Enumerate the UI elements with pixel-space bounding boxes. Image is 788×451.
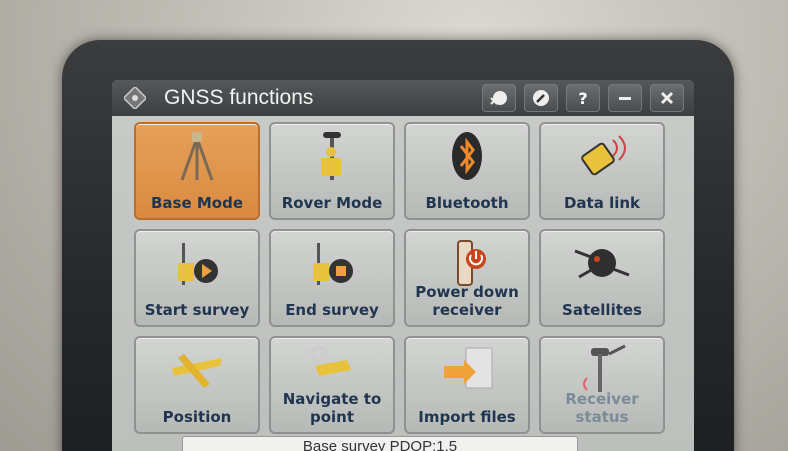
position-tile[interactable]: Position — [134, 336, 260, 434]
end-survey-icon — [313, 243, 353, 285]
start-survey-tile[interactable]: Start survey — [134, 229, 260, 327]
screen: GNSS functions ? Base Mode Rover Mode Bl… — [112, 80, 694, 451]
radio-link-icon — [581, 135, 626, 176]
navigate-icon — [310, 345, 351, 376]
import-files-tile[interactable]: Import files — [404, 336, 530, 434]
help-button[interactable]: ? — [566, 84, 600, 112]
bluetooth-icon — [452, 132, 482, 180]
help-icon: ? — [578, 88, 588, 108]
title-bar-actions: ? — [482, 84, 684, 112]
satellite-off-icon — [490, 91, 507, 105]
tile-label: Rover Mode — [281, 194, 383, 212]
data-link-tile[interactable]: Data link — [539, 122, 665, 220]
receiver-status-icon — [583, 344, 626, 392]
tile-label: Position — [162, 408, 232, 426]
base-mode-tile[interactable]: Base Mode — [134, 122, 260, 220]
tile-label: Import files — [418, 408, 516, 426]
window-title: GNSS functions — [164, 86, 314, 109]
navigate-tile[interactable]: Navigate to point — [269, 336, 395, 434]
function-grid: Base Mode Rover Mode Bluetooth Data link… — [134, 122, 665, 434]
title-bar: GNSS functions ? — [112, 80, 694, 116]
minimize-button[interactable] — [608, 84, 642, 112]
satellites-tile[interactable]: Satellites — [539, 229, 665, 327]
satellite-off-button[interactable] — [482, 84, 516, 112]
tile-label: Bluetooth — [425, 194, 509, 212]
rover-mode-tile[interactable]: Rover Mode — [269, 122, 395, 220]
close-icon — [660, 91, 674, 105]
power-down-tile[interactable]: Power down receiver — [404, 229, 530, 327]
tile-label: Start survey — [144, 301, 250, 319]
receiver-status-tile[interactable]: Receiver status — [539, 336, 665, 434]
tile-label: End survey — [285, 301, 379, 319]
power-down-icon — [457, 240, 486, 286]
satellite-icon — [574, 249, 630, 279]
tile-label: Base Mode — [150, 194, 244, 212]
status-bar: Base survey PDOP:1.5 — [182, 436, 578, 451]
import-files-icon — [444, 347, 493, 389]
position-icon — [172, 354, 222, 388]
bluetooth-tile[interactable]: Bluetooth — [404, 122, 530, 220]
tripod-base-icon — [180, 132, 214, 181]
app-menu-icon[interactable] — [120, 83, 150, 113]
edit-icon — [533, 90, 549, 106]
end-survey-tile[interactable]: End survey — [269, 229, 395, 327]
start-survey-icon — [178, 243, 218, 285]
close-button[interactable] — [650, 84, 684, 112]
edit-button[interactable] — [524, 84, 558, 112]
minimize-icon — [619, 97, 631, 100]
tile-label: Data link — [563, 194, 641, 212]
rover-pole-icon — [321, 132, 341, 180]
tile-label: Satellites — [562, 301, 642, 319]
